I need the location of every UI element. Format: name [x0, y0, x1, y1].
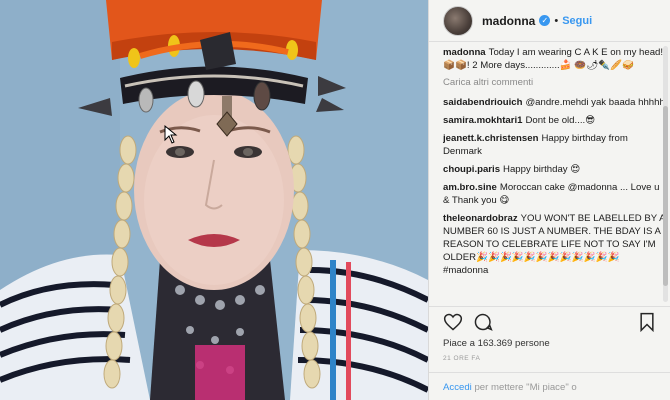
comment-username[interactable]: jeanett.k.christensen [443, 133, 538, 144]
post-photo[interactable] [0, 0, 428, 400]
save-button[interactable] [637, 312, 657, 332]
likes-count[interactable]: Piace a 163.369 persone [443, 338, 550, 349]
comments-scrollbar[interactable] [663, 46, 668, 302]
username-link[interactable]: madonna [482, 14, 535, 28]
comment-item: jeanett.k.christensen Happy birthday from… [443, 132, 665, 158]
comment-username[interactable]: choupi.paris [443, 164, 500, 175]
comment-username[interactable]: samira.mokhtari1 [443, 115, 522, 126]
follow-button[interactable]: Segui [562, 15, 592, 27]
avatar[interactable] [443, 5, 473, 36]
comment-bubble-icon [474, 313, 493, 331]
post-sidebar: madonna ✓ • Segui madonna Today I am wear… [428, 0, 670, 400]
comment-item: choupi.paris Happy birthday 😍 [443, 163, 665, 176]
comment-item: theleonardobraz YOU WON'T BE LABELLED BY … [443, 212, 665, 277]
comment-username[interactable]: am.bro.sine [443, 182, 497, 193]
like-button[interactable] [443, 312, 463, 332]
verified-badge-icon: ✓ [539, 15, 551, 26]
login-link[interactable]: Accedi [443, 382, 472, 393]
caption: madonna Today I am wearing C A K E on my … [443, 46, 665, 72]
comment-text: @andre.mehdi yak baada hhhhh [525, 97, 665, 108]
comment-item: samira.mokhtari1 Dont be old....😎 [443, 114, 665, 127]
portrait-image [0, 0, 428, 400]
comment-item: saidabendriouich @andre.mehdi yak baada h… [443, 96, 665, 109]
comment-text: Happy birthday 😍 [503, 164, 581, 175]
post-header: madonna ✓ • Segui [429, 0, 670, 42]
bookmark-icon [640, 312, 654, 332]
heart-icon [443, 313, 463, 330]
comment-text: Dont be old....😎 [525, 115, 596, 126]
post-timestamp[interactable]: 21 ORE FA [443, 355, 480, 362]
comment-username[interactable]: saidabendriouich [443, 97, 522, 108]
comment-item: am.bro.sine Moroccan cake @madonna ... Lo… [443, 181, 665, 207]
comment-username[interactable]: theleonardobraz [443, 213, 518, 224]
scrollbar-thumb[interactable] [663, 106, 668, 286]
caption-username[interactable]: madonna [443, 47, 486, 58]
login-prompt: Accedi per mettere "Mi piace" o [429, 372, 670, 400]
header-separator: • [554, 14, 559, 27]
comments-list[interactable]: madonna Today I am wearing C A K E on my … [443, 46, 665, 304]
comment-button[interactable] [473, 312, 493, 332]
login-prompt-text: per mettere "Mi piace" o [471, 382, 577, 393]
load-more-comments-button[interactable]: Carica altri commenti [443, 77, 665, 88]
post-actions [429, 306, 670, 336]
